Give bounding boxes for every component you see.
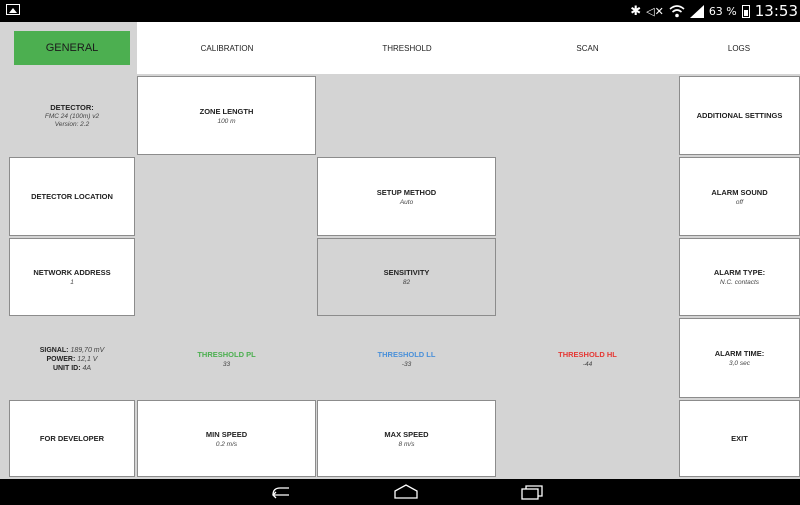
sensitivity-value: 82 (402, 279, 411, 286)
threshold-ll-title: THRESHOLD LL (377, 350, 436, 359)
unit-id-line: UNIT ID: 4A (53, 364, 91, 373)
min-speed-button[interactable]: MIN SPEED 0.2 m/s (137, 400, 316, 477)
status-right: ✱ ◁✕ 63 % 13:53 (630, 2, 798, 20)
network-address-button[interactable]: NETWORK ADDRESS 1 (9, 238, 135, 316)
max-speed-button[interactable]: MAX SPEED 8 m/s (317, 400, 496, 477)
zone-length-value: 100 m (217, 117, 236, 125)
tab-calibration[interactable]: CALIBRATION (137, 22, 317, 74)
tab-logs[interactable]: LOGS (678, 22, 800, 74)
gallery-icon (6, 4, 20, 15)
additional-settings-title: ADDITIONAL SETTINGS (696, 111, 783, 120)
bluetooth-icon: ✱ (630, 3, 642, 19)
alarm-type-title: ALARM TYPE: (713, 268, 766, 277)
tab-general[interactable]: GENERAL (14, 31, 130, 65)
additional-settings-button[interactable]: ADDITIONAL SETTINGS (679, 76, 800, 155)
alarm-sound-title: ALARM SOUND (711, 187, 768, 197)
alarm-type-value: N.C. contacts (719, 279, 759, 286)
max-speed-value: 8 m/s (398, 440, 415, 448)
clock: 13:53 (754, 2, 798, 20)
alarm-type-button[interactable]: ALARM TYPE: N.C. contacts (679, 238, 800, 316)
alarm-sound-button[interactable]: ALARM SOUND off (679, 157, 800, 236)
alarm-time-title: ALARM TIME: (714, 349, 765, 358)
signal-label: SIGNAL: (39, 346, 69, 354)
threshold-hl-value: -44 (582, 361, 593, 368)
exit-button[interactable]: EXIT (679, 400, 800, 477)
network-address-value: 1 (70, 279, 74, 286)
signal-value: 189,70 mV (70, 346, 105, 354)
status-info: SIGNAL: 189,70 mV POWER: 12,1 V UNIT ID:… (8, 320, 136, 398)
max-speed-title: MAX SPEED (384, 429, 429, 439)
threshold-hl: THRESHOLD HL -44 (497, 320, 678, 398)
threshold-pl: THRESHOLD PL 33 (137, 320, 316, 398)
recent-apps-icon[interactable] (520, 484, 544, 500)
detector-info: DETECTOR: FMC 24 (100m) v2 Version: 2.2 (8, 76, 136, 154)
network-address-title: NETWORK ADDRESS (33, 268, 111, 277)
tab-scan[interactable]: SCAN (497, 22, 678, 74)
min-speed-title: MIN SPEED (205, 429, 248, 439)
status-bar: ✱ ◁✕ 63 % 13:53 (0, 0, 800, 22)
detector-location-button[interactable]: DETECTOR LOCATION (9, 157, 135, 236)
alarm-time-button[interactable]: ALARM TIME: 3,0 sec (679, 318, 800, 398)
unit-id-value: 4A (82, 364, 92, 372)
min-speed-value: 0.2 m/s (215, 440, 238, 448)
for-developer-title: FOR DEVELOPER (39, 434, 105, 443)
battery-percent: 63 % (708, 4, 737, 18)
threshold-pl-value: 33 (222, 361, 231, 368)
threshold-ll-value: -33 (401, 361, 412, 368)
threshold-hl-title: THRESHOLD HL (558, 350, 617, 359)
unit-id-label: UNIT ID: (52, 364, 81, 372)
wifi-icon (669, 4, 685, 17)
setup-method-title: SETUP METHOD (376, 187, 437, 197)
power-label: POWER: (46, 355, 76, 363)
threshold-pl-title: THRESHOLD PL (197, 350, 256, 359)
setup-method-value: Auto (399, 198, 414, 206)
zone-length-title: ZONE LENGTH (199, 106, 254, 116)
detector-model: FMC 24 (100m) v2 (44, 112, 100, 120)
mute-icon: ◁✕ (646, 4, 664, 18)
alarm-sound-value: off (735, 198, 744, 206)
sensitivity-button[interactable]: SENSITIVITY 82 (317, 238, 496, 316)
power-line: POWER: 12,1 V (47, 355, 98, 364)
signal-line: SIGNAL: 189,70 mV (40, 346, 105, 355)
tab-threshold[interactable]: THRESHOLD (317, 22, 497, 74)
sensitivity-title: SENSITIVITY (383, 268, 430, 277)
home-icon[interactable] (393, 484, 419, 500)
exit-title: EXIT (731, 434, 748, 443)
battery-icon (741, 4, 750, 18)
setup-method-button[interactable]: SETUP METHOD Auto (317, 157, 496, 236)
alarm-time-value: 3,0 sec (729, 360, 750, 367)
tab-bar: GENERAL CALIBRATION THRESHOLD SCAN LOGS (0, 22, 800, 74)
zone-length-button[interactable]: ZONE LENGTH 100 m (137, 76, 316, 155)
status-left (6, 4, 20, 19)
power-value: 12,1 V (77, 355, 98, 363)
back-icon[interactable] (269, 484, 293, 500)
signal-icon (689, 4, 704, 18)
detector-version: Version: 2.2 (54, 120, 90, 128)
threshold-ll: THRESHOLD LL -33 (317, 320, 496, 398)
detector-location-title: DETECTOR LOCATION (31, 192, 113, 201)
navigation-bar (0, 479, 800, 505)
for-developer-button[interactable]: FOR DEVELOPER (9, 400, 135, 477)
detector-title: DETECTOR: (50, 102, 94, 112)
